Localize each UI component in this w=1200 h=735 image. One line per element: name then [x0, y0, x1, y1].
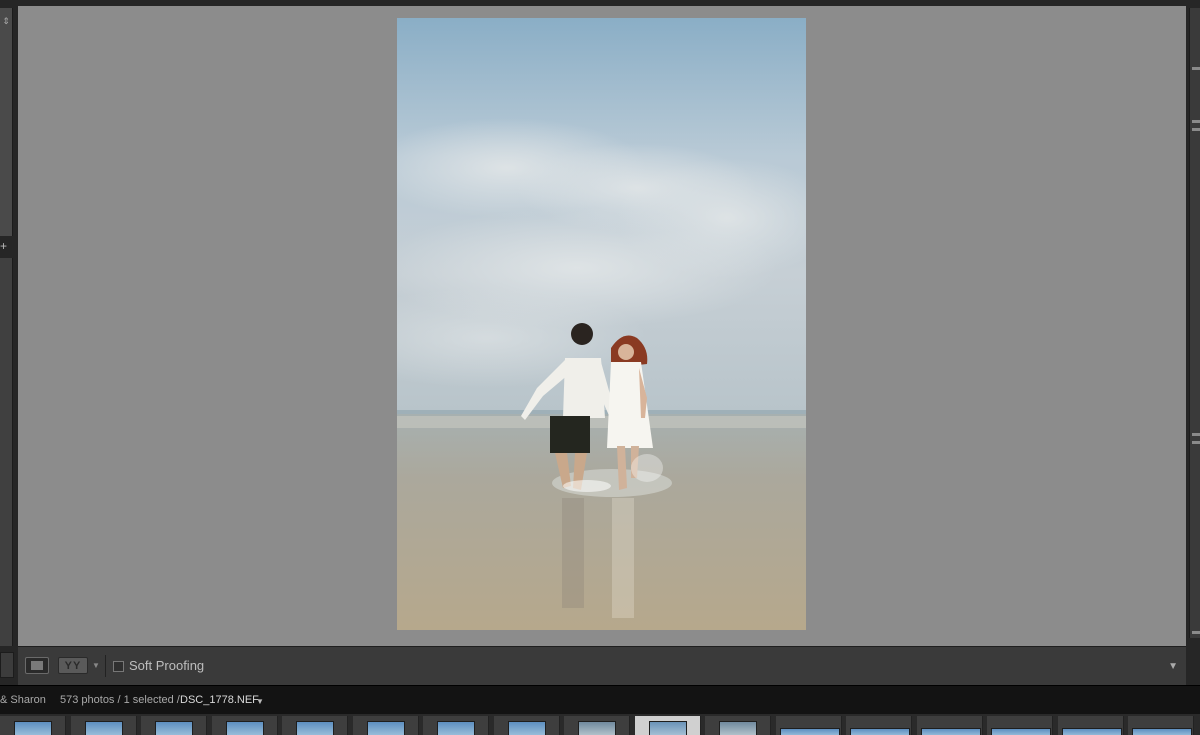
filmstrip-thumbnail[interactable]: [71, 716, 137, 735]
thumbnail-image: [367, 721, 405, 735]
thumbnail-image: [780, 728, 840, 735]
filmstrip-thumbnail[interactable]: [0, 716, 66, 735]
selected-filename[interactable]: DSC_1778.NEF: [180, 693, 259, 707]
thumbnail-image: [508, 721, 546, 735]
thumbnail-image: [1132, 728, 1192, 735]
thumbnail-image: [1062, 728, 1122, 735]
thumbnail-image: [991, 728, 1051, 735]
soft-proofing-label[interactable]: Soft Proofing: [129, 657, 204, 674]
panel-tick-marker: [1192, 433, 1200, 436]
panel-tick-marker: [1192, 631, 1200, 634]
thumbnail-image: [649, 721, 687, 735]
thumbnail-image: [921, 728, 981, 735]
thumbnail-image: [296, 721, 334, 735]
loupe-toolbar: YY ▼ Soft Proofing ▼: [18, 646, 1186, 685]
add-collection-icon[interactable]: +: [0, 240, 10, 252]
before-after-button[interactable]: YY: [58, 657, 88, 674]
thumbnail-image: [85, 721, 123, 735]
filmstrip-thumbnail[interactable]: [353, 716, 419, 735]
filename-dropdown-icon[interactable]: ▼: [256, 695, 264, 709]
filmstrip-status-bar: & Sharon 573 photos / 1 selected / DSC_1…: [0, 685, 1200, 715]
filmstrip-thumbnail[interactable]: [1128, 716, 1194, 735]
filmstrip-thumbnail[interactable]: [282, 716, 348, 735]
left-panel-scrollbar[interactable]: ⇕: [0, 8, 13, 236]
right-panel-edge: [1186, 0, 1200, 685]
photo-count: 573 photos / 1 selected /: [60, 694, 180, 706]
loupe-view-canvas[interactable]: [18, 6, 1186, 646]
before-after-dropdown-icon[interactable]: ▼: [92, 661, 100, 670]
left-panel-scrollbar-lower[interactable]: [0, 258, 13, 646]
panel-tick-marker: [1192, 67, 1200, 70]
beach-couple-photo: [397, 18, 806, 630]
thumbnail-image: [719, 721, 757, 735]
filmstrip-thumbnail-selected[interactable]: [635, 716, 701, 735]
filmstrip-thumbnail[interactable]: [917, 716, 983, 735]
toolbar-divider: [105, 655, 106, 677]
collection-name[interactable]: & Sharon: [0, 693, 46, 707]
filmstrip-thumbnail[interactable]: [1058, 716, 1124, 735]
filmstrip: [0, 714, 1200, 735]
thumbnail-image: [437, 721, 475, 735]
lightroom-window: ⇕ + YY ▼ Soft Proofing ▼ & Sharon 573 ph…: [0, 0, 1200, 735]
filmstrip-thumbnail[interactable]: [564, 716, 630, 735]
thumbnail-image: [850, 728, 910, 735]
loupe-view-button[interactable]: [25, 657, 49, 674]
left-panel-edge: ⇕ +: [0, 0, 18, 685]
panel-tick-marker: [1192, 120, 1200, 123]
filmstrip-thumbnail[interactable]: [987, 716, 1053, 735]
right-panel-scrollbar[interactable]: [1189, 8, 1200, 638]
thumbnail-image: [14, 721, 52, 735]
thumbnail-image: [155, 721, 193, 735]
soft-proofing-checkbox[interactable]: [113, 661, 124, 672]
filmstrip-thumbnail[interactable]: [423, 716, 489, 735]
left-panel-button[interactable]: [0, 652, 14, 678]
thumbnail-image: [226, 721, 264, 735]
panel-tick-marker: [1192, 441, 1200, 444]
filmstrip-thumbnail[interactable]: [705, 716, 771, 735]
scroll-arrows-icon[interactable]: ⇕: [2, 16, 10, 26]
toolbar-options-dropdown-icon[interactable]: ▼: [1168, 661, 1178, 672]
panel-tick-marker: [1192, 128, 1200, 131]
thumbnail-image: [578, 721, 616, 735]
filmstrip-thumbnail[interactable]: [776, 716, 842, 735]
filmstrip-thumbnail[interactable]: [212, 716, 278, 735]
filmstrip-thumbnail[interactable]: [494, 716, 560, 735]
main-photo[interactable]: [397, 18, 806, 630]
filmstrip-thumbnail[interactable]: [141, 716, 207, 735]
filmstrip-thumbnail[interactable]: [846, 716, 912, 735]
